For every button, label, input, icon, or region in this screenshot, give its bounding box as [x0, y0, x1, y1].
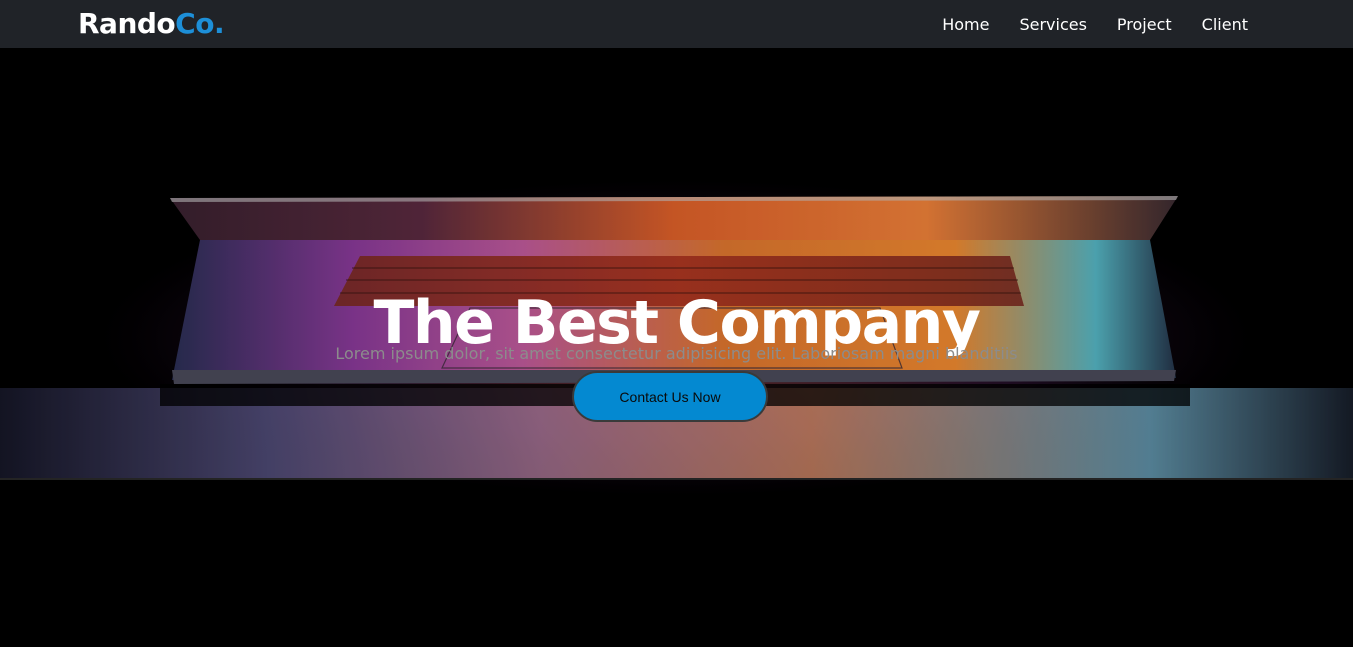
navbar: RandoCo. Home Services Project Client: [0, 0, 1353, 48]
nav-link-client[interactable]: Client: [1202, 15, 1248, 34]
hero-subtitle: Lorem ipsum dolor, sit amet consectetur …: [335, 344, 1018, 363]
brand-logo[interactable]: RandoCo.: [78, 5, 225, 43]
brand-name: Rando: [78, 7, 176, 40]
hero-section: The Best Company Lorem ipsum dolor, sit …: [0, 48, 1353, 647]
nav-link-home[interactable]: Home: [942, 15, 989, 34]
contact-us-button[interactable]: Contact Us Now: [572, 371, 768, 422]
nav-menu: Home Services Project Client: [942, 0, 1248, 48]
nav-link-project[interactable]: Project: [1117, 15, 1172, 34]
brand-name-accent: Co.: [175, 7, 225, 40]
nav-link-services[interactable]: Services: [1019, 15, 1086, 34]
